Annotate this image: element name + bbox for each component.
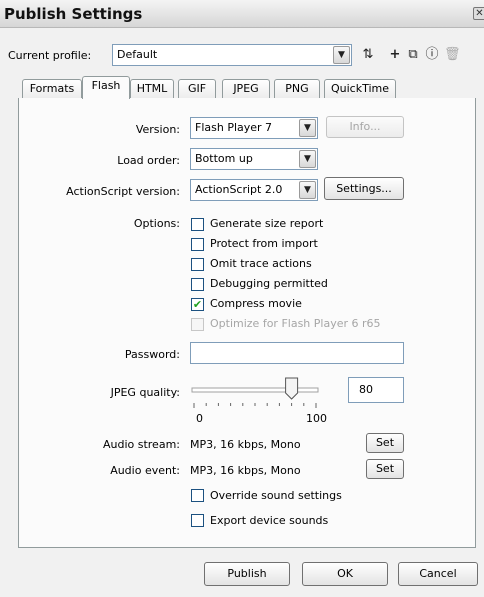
load-order-select[interactable]: Bottom up ▼: [190, 148, 318, 170]
option-label: Generate size report: [210, 217, 324, 230]
version-value: Flash Player 7: [195, 121, 273, 134]
cancel-button[interactable]: Cancel: [398, 562, 478, 586]
ok-button[interactable]: OK: [302, 562, 388, 586]
current-profile-select[interactable]: Default ▼: [112, 44, 352, 66]
option-checkbox[interactable]: [191, 238, 204, 251]
duplicate-profile-icon[interactable]: ⧉: [405, 46, 421, 64]
tab-quicktime[interactable]: QuickTime: [324, 79, 396, 99]
slider-thumb[interactable]: [285, 377, 299, 400]
slider-max-label: 100: [306, 412, 327, 425]
actionscript-version-label: ActionScript version:: [66, 185, 180, 198]
option-checkbox[interactable]: [191, 278, 204, 291]
info-button[interactable]: Info...: [326, 116, 404, 138]
option-checkbox[interactable]: [191, 218, 204, 231]
publish-settings-dialog: Publish Settings ✕ Current profile: Defa…: [0, 0, 484, 597]
tab-flash[interactable]: Flash: [82, 76, 130, 99]
export-device-sounds-label: Export device sounds: [210, 514, 329, 527]
option-label: Debugging permitted: [210, 277, 328, 290]
option-label: Protect from import: [210, 237, 318, 250]
window-title: Publish Settings: [4, 5, 143, 23]
delete-profile-icon[interactable]: 🗑: [444, 46, 461, 64]
chevron-down-icon[interactable]: ▼: [299, 181, 316, 199]
version-select[interactable]: Flash Player 7 ▼: [190, 117, 318, 139]
audio-stream-value: MP3, 16 kbps, Mono: [190, 438, 301, 451]
actionscript-version-value: ActionScript 2.0: [195, 183, 283, 196]
profile-properties-icon[interactable]: ⓘ: [424, 46, 440, 64]
export-device-sounds-checkbox[interactable]: [191, 514, 204, 527]
option-label: Optimize for Flash Player 6 r65: [210, 317, 381, 330]
slider-min-label: 0: [196, 412, 203, 425]
load-order-label: Load order:: [117, 154, 180, 167]
chevron-down-icon[interactable]: ▼: [299, 119, 316, 137]
audio-event-value: MP3, 16 kbps, Mono: [190, 464, 301, 477]
actionscript-version-select[interactable]: ActionScript 2.0 ▼: [190, 179, 318, 201]
version-label: Version:: [135, 123, 180, 136]
jpeg-quality-slider[interactable]: [190, 376, 322, 408]
password-label: Password:: [124, 348, 180, 361]
title-bar: Publish Settings ✕: [0, 0, 484, 28]
password-field[interactable]: [190, 342, 404, 364]
audio-stream-label: Audio stream:: [102, 438, 180, 451]
tab-gif[interactable]: GIF: [178, 79, 216, 99]
option-checkbox[interactable]: [191, 318, 204, 331]
add-profile-icon[interactable]: +: [387, 46, 403, 64]
import-export-profile-icon[interactable]: ⇅: [360, 46, 376, 64]
actionscript-settings-button[interactable]: Settings...: [324, 177, 404, 200]
chevron-down-icon[interactable]: ▼: [333, 46, 350, 64]
tab-png[interactable]: PNG: [274, 79, 320, 99]
override-sound-checkbox[interactable]: [191, 489, 204, 502]
override-sound-label: Override sound settings: [210, 489, 342, 502]
option-label: Compress movie: [210, 297, 302, 310]
current-profile-label: Current profile:: [8, 49, 92, 62]
audio-event-set-button[interactable]: Set: [366, 459, 404, 479]
chevron-down-icon[interactable]: ▼: [299, 150, 316, 168]
options-label: Options:: [133, 217, 180, 230]
option-label: Omit trace actions: [210, 257, 312, 270]
close-icon[interactable]: ✕: [473, 7, 484, 20]
publish-button[interactable]: Publish: [204, 562, 290, 586]
audio-event-label: Audio event:: [110, 464, 180, 477]
jpeg-quality-input[interactable]: 80: [348, 377, 404, 403]
jpeg-quality-value: 80: [359, 383, 373, 396]
audio-stream-set-button[interactable]: Set: [366, 433, 404, 453]
jpeg-quality-label: JPEG quality:: [110, 386, 180, 399]
load-order-value: Bottom up: [195, 152, 253, 165]
tab-html[interactable]: HTML: [130, 79, 174, 99]
option-checkbox[interactable]: [191, 258, 204, 271]
current-profile-value: Default: [117, 48, 158, 61]
tab-formats[interactable]: Formats: [22, 79, 82, 99]
tab-jpeg[interactable]: JPEG: [222, 79, 270, 99]
option-checkbox[interactable]: ✔: [191, 298, 204, 311]
